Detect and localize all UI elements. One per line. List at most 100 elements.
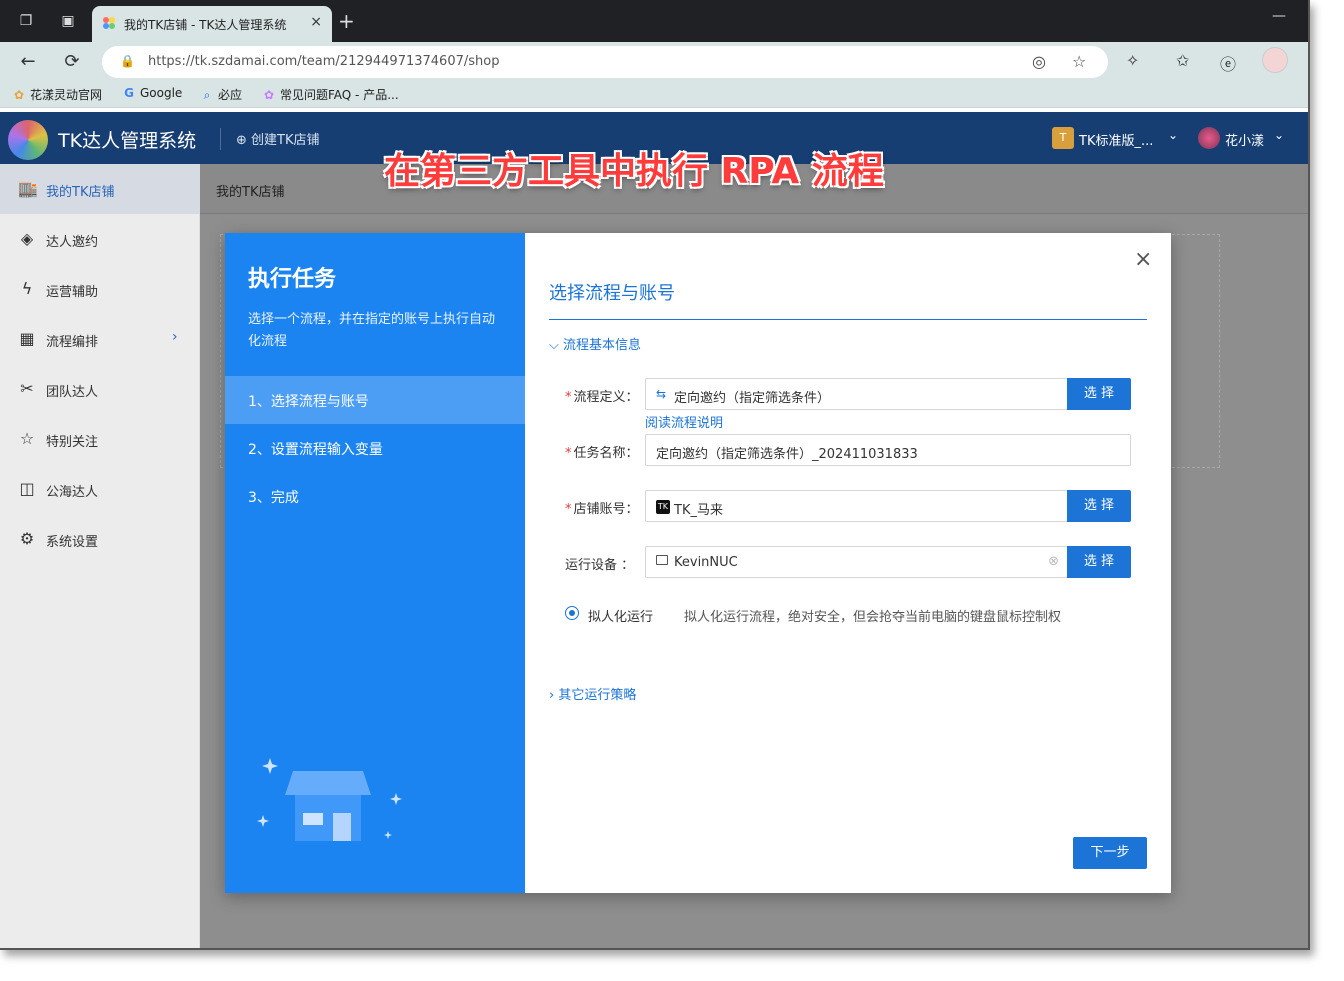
header-divider — [220, 128, 221, 150]
screenshot-frame: ❐ ▣ 我的TK店铺 - TK达人管理系统 × + — ← ⟳ 🔒 https:… — [0, 0, 1310, 950]
execute-task-modal: 执行任务 选择一个流程，并在指定的账号上执行自动化流程 1、选择流程与账号 2、… — [225, 233, 1171, 893]
tag-icon: ◈ — [20, 229, 34, 248]
device-select-button[interactable]: 选 择 — [1067, 546, 1131, 578]
sidebar-item-settings[interactable]: ⚙ 系统设置 — [0, 514, 200, 564]
sidebar-item-label: 达人邀约 — [46, 235, 99, 250]
plan-selector[interactable]: TK标准版_... — [1079, 130, 1153, 149]
app-title: TK达人管理系统 — [58, 130, 197, 152]
sidebar-item-label: 我的TK店铺 — [46, 185, 115, 200]
minimize-button[interactable]: — — [1272, 8, 1286, 24]
user-avatar[interactable] — [1198, 127, 1220, 149]
bookmark-item[interactable]: ✿ 花漾灵动官网 — [12, 86, 102, 103]
modal-form-panel: × 选择流程与账号 ⌵ 流程基本信息 * 流程定义： ⇆ 定向邀约（指定筛选条件）… — [525, 233, 1171, 893]
translate-icon[interactable]: ◎ — [1032, 52, 1046, 71]
chevron-right-icon[interactable]: › — [172, 329, 178, 345]
tiktok-icon: TK — [656, 500, 670, 514]
sidebar-item-my-shop[interactable]: 🏬 我的TK店铺 — [0, 164, 200, 214]
sidebar-item-public[interactable]: ◫ 公海达人 — [0, 464, 200, 514]
edge-icon[interactable]: ⓔ — [1220, 51, 1236, 75]
browser-tab-active[interactable]: 我的TK店铺 - TK达人管理系统 × — [92, 6, 332, 42]
browser-tab-bar: ❐ ▣ 我的TK店铺 - TK达人管理系统 × + — — [0, 0, 1308, 42]
flower-logo-icon: ✿ — [263, 88, 275, 102]
sidebar-item-label: 运营辅助 — [46, 285, 99, 300]
calendar-icon: ▦ — [19, 329, 35, 348]
bookmark-item[interactable]: ⌕ 必应 — [200, 86, 242, 103]
flower-logo-icon: ✿ — [13, 88, 25, 102]
sidebar-item-ops[interactable]: ϟ 运营辅助 — [0, 264, 200, 314]
profile-avatar[interactable] — [1262, 47, 1288, 73]
sidebar: 🏬 我的TK店铺 ◈ 达人邀约 ϟ 运营辅助 ▦ 流程编排 › ✂ 团队达人 ☆… — [0, 164, 200, 948]
task-name-input[interactable]: 定向邀约（指定筛选条件）_202411031833 — [645, 434, 1131, 466]
favorite-star-icon[interactable]: ☆ — [1072, 52, 1086, 71]
overlay-caption: 在第三方工具中执行 RPA 流程 — [384, 151, 884, 192]
flow-def-field[interactable]: ⇆ 定向邀约（指定筛选条件） — [645, 378, 1068, 410]
task-name-value: 定向邀约（指定筛选条件）_202411031833 — [656, 447, 918, 462]
humanized-run-radio[interactable] — [565, 606, 579, 620]
search-icon: ⌕ — [203, 88, 211, 102]
modal-description: 选择一个流程，并在指定的账号上执行自动化流程 — [248, 312, 496, 349]
task-name-label: * 任务名称： — [565, 446, 639, 461]
app-logo — [8, 120, 48, 160]
modal-title: 执行任务 — [248, 267, 337, 292]
extensions-icon[interactable]: ✧ — [1126, 51, 1139, 70]
chevron-down-icon[interactable]: ⌄ — [1274, 128, 1284, 142]
shop-icon: 🏬 — [18, 179, 38, 198]
read-flow-link[interactable]: 阅读流程说明 — [645, 412, 723, 431]
tab-actions-icon[interactable]: ▣ — [58, 11, 78, 31]
sidebar-item-label: 特别关注 — [46, 435, 99, 450]
google-icon: G — [124, 86, 134, 100]
tab-close-icon[interactable]: × — [310, 14, 322, 30]
lightning-icon: ϟ — [21, 279, 33, 298]
bookmark-item[interactable]: ✿ 常见问题FAQ - 产品... — [262, 86, 399, 103]
shop-illustration-icon — [257, 758, 402, 841]
sidebar-item-team[interactable]: ✂ 团队达人 — [0, 364, 200, 414]
breadcrumb: 我的TK店铺 — [216, 185, 285, 200]
plan-badge: T — [1052, 127, 1074, 149]
flow-icon: ⇆ — [656, 387, 667, 401]
bookmarks-bar: ✿ 花漾灵动官网 G Google ⌕ 必应 ✿ 常见问题FAQ - 产品... — [0, 82, 1308, 108]
sidebar-item-follow[interactable]: ☆ 特别关注 — [0, 414, 200, 464]
humanized-run-description: 拟人化运行流程，绝对安全，但会抢夺当前电脑的键盘鼠标控制权 — [684, 610, 1062, 625]
tiktok-icon: ✂ — [20, 379, 34, 398]
step-select-flow[interactable]: 1、选择流程与账号 — [225, 376, 525, 424]
other-strategy-toggle[interactable]: › 其它运行策略 — [549, 684, 636, 703]
device-field[interactable]: KevinNUC ⊗ — [645, 546, 1068, 578]
next-step-button[interactable]: 下一步 — [1073, 837, 1147, 869]
device-label: 运行设备 ： — [565, 558, 635, 573]
new-tab-button[interactable]: + — [338, 9, 355, 33]
create-shop-button[interactable]: ⊕ 创建TK店铺 — [236, 129, 320, 148]
sidebar-item-label: 系统设置 — [46, 535, 99, 550]
required-mark: * — [565, 390, 572, 405]
refresh-button[interactable]: ⟳ — [60, 50, 84, 74]
workspaces-icon[interactable]: ❐ — [16, 11, 36, 31]
basic-info-toggle[interactable]: ⌵ 流程基本信息 — [549, 334, 641, 353]
bookmark-item[interactable]: G Google — [122, 86, 182, 100]
step-complete[interactable]: 3、完成 — [225, 472, 525, 520]
shop-select-button[interactable]: 选 择 — [1067, 490, 1131, 522]
sidebar-item-label: 公海达人 — [46, 485, 99, 500]
sidebar-item-label: 流程编排 — [46, 335, 99, 350]
close-icon[interactable]: × — [1134, 247, 1152, 272]
chevron-down-icon[interactable]: ⌄ — [1168, 128, 1178, 142]
favorites-icon[interactable]: ✩ — [1176, 51, 1189, 70]
address-bar-row: ← ⟳ 🔒 https://tk.szdamai.com/team/212944… — [0, 42, 1308, 82]
url-field[interactable]: 🔒 https://tk.szdamai.com/team/2129449713… — [102, 46, 1108, 78]
step-set-variables[interactable]: 2、设置流程输入变量 — [225, 424, 525, 472]
sidebar-item-flow[interactable]: ▦ 流程编排 › — [0, 314, 200, 364]
humanized-run-label[interactable]: 拟人化运行 — [588, 606, 653, 625]
modal-steps-panel: 执行任务 选择一个流程，并在指定的账号上执行自动化流程 1、选择流程与账号 2、… — [225, 233, 525, 893]
building-icon: ◫ — [19, 479, 35, 498]
shop-account-value: TK_马来 — [674, 503, 723, 518]
tab-title: 我的TK店铺 - TK达人管理系统 — [124, 18, 287, 32]
sidebar-item-invite[interactable]: ◈ 达人邀约 — [0, 214, 200, 264]
url-text[interactable]: https://tk.szdamai.com/team/212944971374… — [148, 54, 499, 69]
shop-account-field[interactable]: TK TK_马来 — [645, 490, 1068, 522]
flow-select-button[interactable]: 选 择 — [1067, 378, 1131, 410]
lock-icon: 🔒 — [120, 54, 135, 68]
flow-def-label: * 流程定义： — [565, 390, 639, 405]
user-name[interactable]: 花小漾 — [1225, 130, 1264, 149]
back-button[interactable]: ← — [16, 50, 40, 74]
clear-icon[interactable]: ⊗ — [1048, 554, 1059, 569]
step-label: 2、设置流程输入变量 — [248, 442, 383, 458]
required-mark: * — [565, 446, 572, 461]
